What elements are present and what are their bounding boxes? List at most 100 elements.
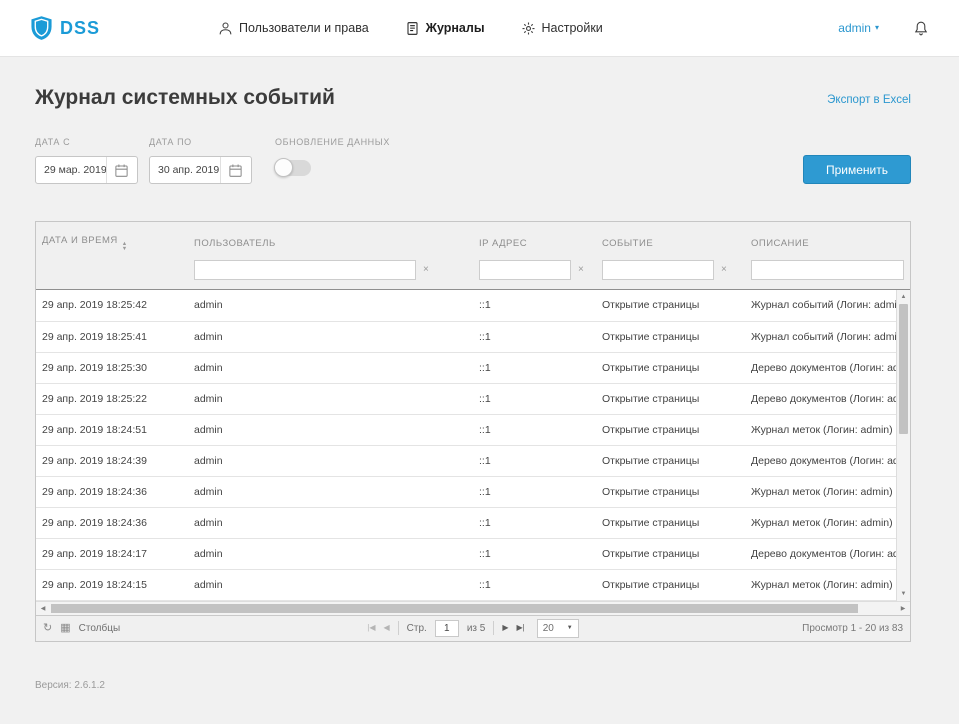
nav-item-settings[interactable]: Настройки — [521, 21, 603, 36]
cell-description: Журнал меток (Логин: admin) — [745, 476, 896, 508]
navbar-right: admin ▾ — [838, 20, 929, 37]
filter-input-user[interactable] — [194, 260, 416, 280]
cell-ip: ::1 — [473, 569, 596, 601]
data-refresh-toggle[interactable] — [274, 158, 311, 177]
cell-description: Дерево документов (Логин: admin) — [745, 352, 896, 384]
cell-ip: ::1 — [473, 476, 596, 508]
table-row[interactable]: 29 апр. 2019 18:24:51 admin::1 Открытие ст… — [36, 414, 896, 446]
date-from-input[interactable] — [36, 164, 106, 176]
vertical-scroll-thumb[interactable] — [899, 304, 908, 435]
calendar-icon[interactable] — [220, 157, 249, 183]
last-page-icon[interactable]: ▶| — [517, 624, 525, 632]
first-page-icon[interactable]: |◀ — [367, 624, 375, 632]
pager-left: ↻ ▦ Столбцы — [43, 622, 367, 634]
cell-user: admin — [188, 476, 473, 508]
date-to-field — [149, 156, 252, 184]
table-row[interactable]: 29 апр. 2019 18:25:30 admin::1 Открытие ст… — [36, 352, 896, 384]
nav-item-label: Настройки — [541, 21, 603, 35]
page-number-input[interactable] — [434, 619, 459, 637]
clear-filter-icon[interactable]: × — [578, 265, 584, 275]
scroll-right-icon[interactable]: ▶ — [896, 602, 910, 615]
grid-body: 29 апр. 2019 18:25:42 admin::1 Открытие ст… — [36, 290, 910, 601]
refresh-icon[interactable]: ↻ — [43, 622, 52, 634]
column-header-event[interactable]: СОБЫТИЕ — [596, 222, 745, 260]
apply-button[interactable]: Применить — [802, 155, 911, 184]
nav-item-journals[interactable]: Журналы — [405, 21, 485, 36]
date-to-input[interactable] — [150, 164, 220, 176]
scroll-left-icon[interactable]: ◀ — [36, 602, 50, 615]
clear-filter-icon[interactable]: × — [721, 265, 727, 275]
filters-bar: ДАТА С ДАТА ПО — [35, 137, 911, 184]
sort-icon[interactable]: ▲ ▼ — [122, 242, 128, 251]
table-row[interactable]: 29 апр. 2019 18:24:15 admin::1 Открытие ст… — [36, 569, 896, 601]
filter-input-event[interactable] — [602, 260, 714, 280]
filter-input-ip[interactable] — [479, 260, 571, 280]
calendar-icon[interactable] — [106, 157, 135, 183]
cell-event: Открытие страницы — [596, 476, 745, 508]
cell-user: admin — [188, 569, 473, 601]
cell-user: admin — [188, 352, 473, 384]
column-header-ip[interactable]: IP АДРЕС — [473, 222, 596, 260]
nav-item-label: Журналы — [425, 21, 485, 35]
pager-bar: ↻ ▦ Столбцы |◀ ◀ Стр. из 5 ▶ ▶| 20 ▼ Про… — [36, 614, 910, 641]
column-header-description[interactable]: ОПИСАНИЕ — [745, 222, 910, 260]
cell-description: Дерево документов (Логин: admin) — [745, 383, 896, 415]
dss-shield-icon — [31, 16, 52, 40]
cell-description: Журнал событий (Логин: admin) — [745, 321, 896, 353]
filter-input-description[interactable] — [751, 260, 904, 280]
table-row[interactable]: 29 апр. 2019 18:24:36 admin::1 Открытие ст… — [36, 476, 896, 508]
cell-event: Открытие страницы — [596, 290, 745, 322]
clear-filter-icon[interactable]: × — [423, 265, 429, 275]
table-row[interactable]: 29 апр. 2019 18:24:36 admin::1 Открытие ст… — [36, 507, 896, 539]
cell-ip: ::1 — [473, 445, 596, 477]
filter-row: × × × — [36, 260, 910, 290]
horizontal-scrollbar[interactable]: ◀ ▶ — [36, 600, 910, 615]
next-page-icon[interactable]: ▶ — [502, 624, 508, 632]
prev-page-icon[interactable]: ◀ — [384, 624, 390, 632]
top-navbar: DSS Пользователи и права Журналы Настрой… — [0, 0, 959, 57]
notifications-bell-icon[interactable] — [913, 20, 929, 37]
table-row[interactable]: 29 апр. 2019 18:24:39 admin::1 Открытие ст… — [36, 445, 896, 477]
cell-description: Журнал меток (Логин: admin) — [745, 569, 896, 601]
refresh-toggle-label: ОБНОВЛЕНИЕ ДАННЫХ — [275, 137, 390, 147]
scroll-down-icon[interactable]: ▼ — [897, 588, 910, 601]
pager-divider — [397, 621, 399, 635]
scroll-up-icon[interactable]: ▲ — [897, 290, 910, 303]
column-header-datetime[interactable]: ДАТА И ВРЕМЯ ▲ ▼ — [36, 222, 188, 260]
pager-divider — [493, 621, 495, 635]
nav-item-users[interactable]: Пользователи и права — [218, 21, 369, 36]
export-excel-link[interactable]: Экспорт в Excel — [827, 94, 911, 106]
users-icon — [219, 21, 232, 34]
pages-total-label: из 5 — [466, 622, 486, 634]
columns-button-label[interactable]: Столбцы — [79, 623, 121, 634]
page-size-select[interactable]: 20 ▼ — [536, 618, 579, 638]
refresh-toggle-group: ОБНОВЛЕНИЕ ДАННЫХ — [274, 137, 390, 184]
settings-gear-icon — [522, 22, 534, 34]
column-header-user[interactable]: ПОЛЬЗОВАТЕЛЬ — [188, 222, 473, 260]
cell-user: admin — [188, 414, 473, 446]
vertical-scrollbar[interactable]: ▲ ▼ — [896, 290, 910, 601]
cell-event: Открытие страницы — [596, 538, 745, 570]
cell-ip: ::1 — [473, 352, 596, 384]
brand-logo[interactable]: DSS — [30, 15, 100, 41]
cell-ip: ::1 — [473, 507, 596, 539]
table-row[interactable]: 29 апр. 2019 18:24:17 admin::1 Открытие ст… — [36, 538, 896, 570]
cell-event: Открытие страницы — [596, 445, 745, 477]
table-row[interactable]: 29 апр. 2019 18:25:42 admin::1 Открытие ст… — [36, 290, 896, 322]
cell-user: admin — [188, 290, 473, 322]
cell-user: admin — [188, 445, 473, 477]
page-size-value: 20 — [542, 622, 554, 634]
cell-description: Журнал меток (Логин: admin) — [745, 414, 896, 446]
cell-datetime: 29 апр. 2019 18:24:39 — [36, 445, 188, 477]
column-label: IP АДРЕС — [479, 237, 528, 249]
table-row[interactable]: 29 апр. 2019 18:25:22 admin::1 Открытие ст… — [36, 383, 896, 415]
cell-event: Открытие страницы — [596, 569, 745, 601]
columns-icon[interactable]: ▦ — [60, 622, 70, 634]
cell-datetime: 29 апр. 2019 18:25:41 — [36, 321, 188, 353]
cell-datetime: 29 апр. 2019 18:24:17 — [36, 538, 188, 570]
user-menu[interactable]: admin ▾ — [838, 21, 879, 35]
cell-user: admin — [188, 321, 473, 353]
horizontal-scroll-thumb[interactable] — [51, 603, 858, 613]
table-row[interactable]: 29 апр. 2019 18:25:41 admin::1 Открытие ст… — [36, 321, 896, 353]
page-title: Журнал системных событий — [35, 86, 335, 109]
